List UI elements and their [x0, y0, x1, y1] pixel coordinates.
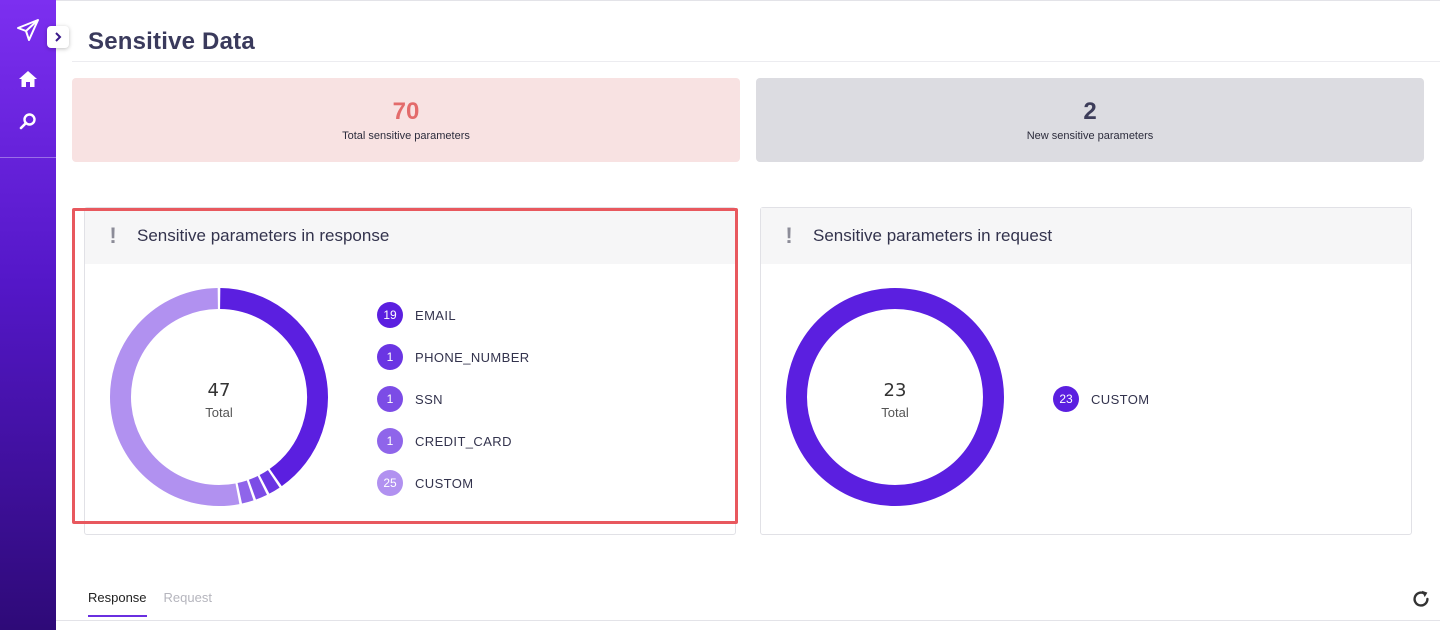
legend-label: CREDIT_CARD [415, 433, 512, 449]
tab-bar: Response Request [88, 590, 212, 617]
donut-slice-phone-number[interactable] [259, 470, 280, 494]
legend-label: CUSTOM [1091, 391, 1150, 407]
legend-item-ssn[interactable]: 1 SSN [377, 386, 443, 412]
response-donut-center: 47 Total [159, 380, 279, 420]
legend-label: CUSTOM [415, 475, 474, 491]
exclamation-icon: ! [109, 223, 117, 248]
legend-label: PHONE_NUMBER [415, 349, 530, 365]
new-sensitive-card: 2 New sensitive parameters [756, 78, 1424, 162]
total-sensitive-card: 70 Total sensitive parameters [72, 78, 740, 162]
search-icon[interactable] [14, 107, 42, 135]
request-donut-center: 23 Total [835, 380, 955, 420]
tab-request[interactable]: Request [164, 590, 212, 617]
tabs-divider [56, 620, 1440, 621]
legend-count-badge: 1 [377, 428, 403, 454]
new-sensitive-label: New sensitive parameters [1026, 130, 1154, 142]
request-total-label: Total [881, 405, 909, 420]
legend-count-badge: 1 [377, 386, 403, 412]
response-total-label: Total [205, 405, 233, 420]
exclamation-icon: ! [785, 223, 793, 248]
response-panel-title: Sensitive parameters in response [137, 226, 390, 245]
legend-count-badge: 23 [1053, 386, 1079, 412]
legend-item-phone-number[interactable]: 1 PHONE_NUMBER [377, 344, 530, 370]
request-panel-header: ! Sensitive parameters in request [761, 208, 1411, 264]
top-border [56, 0, 1440, 1]
chevron-right-icon [55, 32, 62, 42]
legend-count-badge: 19 [377, 302, 403, 328]
sidebar-toggle-button[interactable] [47, 26, 69, 48]
request-total-value: 23 [883, 380, 907, 401]
send-icon[interactable] [14, 16, 42, 44]
legend-count-badge: 1 [377, 344, 403, 370]
tab-response[interactable]: Response [88, 590, 147, 617]
total-sensitive-label: Total sensitive parameters [342, 130, 470, 142]
request-panel-title: Sensitive parameters in request [813, 226, 1053, 245]
donut-slice-credit-card[interactable] [237, 480, 254, 504]
response-panel-header: ! Sensitive parameters in response [85, 208, 735, 264]
sidebar [0, 0, 56, 630]
legend-item-custom[interactable]: 25 CUSTOM [377, 470, 474, 496]
sidebar-divider [0, 157, 56, 158]
donut-slice-ssn[interactable] [248, 475, 267, 500]
page-title: Sensitive Data [88, 28, 255, 55]
legend-label: EMAIL [415, 307, 457, 323]
title-divider [72, 61, 1440, 62]
home-icon[interactable] [14, 65, 42, 93]
response-total-value: 47 [207, 380, 231, 401]
legend-label: SSN [415, 391, 443, 407]
total-sensitive-value: 70 [392, 98, 420, 125]
legend-item-custom[interactable]: 23 CUSTOM [1053, 386, 1150, 412]
legend-count-badge: 25 [377, 470, 403, 496]
new-sensitive-value: 2 [1083, 98, 1097, 125]
refresh-icon[interactable] [1410, 588, 1432, 610]
legend-item-credit-card[interactable]: 1 CREDIT_CARD [377, 428, 512, 454]
legend-item-email[interactable]: 19 EMAIL [377, 302, 456, 328]
